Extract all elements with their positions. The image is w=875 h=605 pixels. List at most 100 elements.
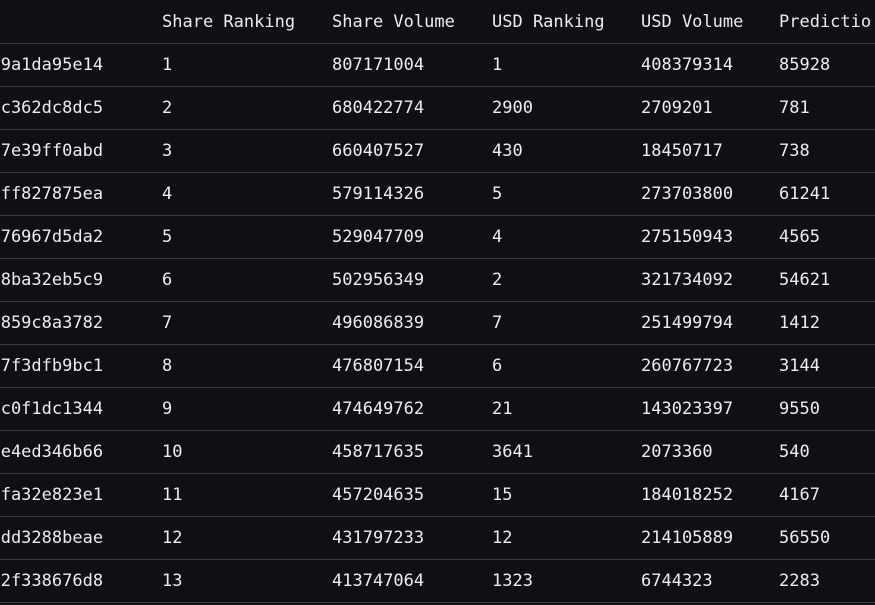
market-id-text: f0b9a1da95e14: [0, 55, 104, 75]
usd-ranking-cell: 2: [480, 258, 629, 302]
market-id-text: 6dec362dc8dc5: [0, 98, 104, 118]
usd-volume-cell: 275150943: [629, 215, 767, 259]
usd-ranking-cell: 21: [480, 387, 629, 431]
predictions-cell: 4167: [767, 473, 875, 517]
share-ranking-cell: 8: [150, 344, 320, 388]
usd-ranking-cell: 6: [480, 344, 629, 388]
market-id-cell: 149dd3288beae: [0, 516, 150, 560]
market-id-text: 2e7ff827875ea: [0, 184, 104, 204]
share-volume-cell: 476807154: [320, 344, 480, 388]
table-row[interactable]: 386e4ed346b66 1045871763536412073360540: [0, 430, 875, 474]
table-row[interactable]: 8752f338676d8 13413747064132367443232283: [0, 559, 875, 603]
data-table-viewport[interactable]: Share Ranking Share Volume USD Ranking U…: [0, 0, 875, 605]
predictions-cell: 61241: [767, 172, 875, 216]
header-row: Share Ranking Share Volume USD Ranking U…: [0, 0, 875, 44]
market-id-cell: 6dec362dc8dc5: [0, 86, 150, 130]
usd-ranking-cell: 7: [480, 301, 629, 345]
share-ranking-cell: 5: [150, 215, 320, 259]
share-volume-cell: 457204635: [320, 473, 480, 517]
usd-ranking-cell: 3641: [480, 430, 629, 474]
market-id-text: 34b76967d5da2: [0, 227, 104, 247]
usd-volume-cell: 214105889: [629, 516, 767, 560]
predictions-cell: 85928: [767, 43, 875, 87]
table-row[interactable]: 2e7ff827875ea 4579114326527370380061241: [0, 172, 875, 216]
share-volume-cell: 496086839: [320, 301, 480, 345]
usd-volume-cell: 6744323: [629, 559, 767, 603]
header-usd-ranking[interactable]: USD Ranking: [480, 0, 629, 44]
usd-ranking-cell: 1: [480, 43, 629, 87]
share-ranking-cell: 3: [150, 129, 320, 173]
predictions-cell: 2283: [767, 559, 875, 603]
market-id-cell: 0e17f3dfb9bc1: [0, 344, 150, 388]
market-id-cell: 34b76967d5da2: [0, 215, 150, 259]
share-volume-cell: 431797233: [320, 516, 480, 560]
market-id-text: 06e8ba32eb5c9: [0, 270, 104, 290]
share-ranking-cell: 4: [150, 172, 320, 216]
market-id-text: 149dd3288beae: [0, 528, 104, 548]
table-row[interactable]: 4b57e39ff0abd 366040752743018450717738: [0, 129, 875, 173]
predictions-cell: 781: [767, 86, 875, 130]
table-row[interactable]: 52bfa32e823e1 11457204635151840182524167: [0, 473, 875, 517]
table-row[interactable]: 6de859c8a3782749608683972514997941412: [0, 301, 875, 345]
header-usd-volume[interactable]: USD Volume: [629, 0, 767, 44]
table-body: f0b9a1da95e1418071710041408379314859286d…: [0, 43, 875, 603]
predictions-cell: 738: [767, 129, 875, 173]
table-header: Share Ranking Share Volume USD Ranking U…: [0, 0, 875, 44]
market-id-text: 6de859c8a3782: [0, 313, 104, 333]
predictions-cell: 9550: [767, 387, 875, 431]
share-ranking-cell: 11: [150, 473, 320, 517]
share-volume-cell: 579114326: [320, 172, 480, 216]
market-id-cell: 06e8ba32eb5c9: [0, 258, 150, 302]
market-id-cell: 8752f338676d8: [0, 559, 150, 603]
market-id-text: 386e4ed346b66: [0, 442, 104, 462]
usd-volume-cell: 321734092: [629, 258, 767, 302]
share-volume-cell: 502956349: [320, 258, 480, 302]
market-id-text: 52bfa32e823e1: [0, 485, 104, 505]
market-id-text: 0e17f3dfb9bc1: [0, 356, 104, 376]
table-row[interactable]: 06e8ba32eb5c9 6502956349232173409254621: [0, 258, 875, 302]
usd-ranking-cell: 4: [480, 215, 629, 259]
share-volume-cell: 458717635: [320, 430, 480, 474]
market-ranking-table: Share Ranking Share Volume USD Ranking U…: [0, 0, 875, 603]
share-ranking-cell: 1: [150, 43, 320, 87]
usd-ranking-cell: 12: [480, 516, 629, 560]
header-predictions[interactable]: Predictio: [767, 0, 875, 44]
share-ranking-cell: 12: [150, 516, 320, 560]
predictions-cell: 56550: [767, 516, 875, 560]
table-row[interactable]: 149dd3288beae124317972331221410588956550: [0, 516, 875, 560]
share-ranking-cell: 6: [150, 258, 320, 302]
share-ranking-cell: 7: [150, 301, 320, 345]
share-volume-cell: 660407527: [320, 129, 480, 173]
table-row[interactable]: 6dec362dc8dc5 268042277429002709201781: [0, 86, 875, 130]
usd-volume-cell: 408379314: [629, 43, 767, 87]
predictions-cell: 54621: [767, 258, 875, 302]
market-id-cell: 52bfa32e823e1: [0, 473, 150, 517]
market-id-text: 8752f338676d8: [0, 571, 104, 591]
share-volume-cell: 680422774: [320, 86, 480, 130]
header-share-ranking[interactable]: Share Ranking: [150, 0, 320, 44]
table-row[interactable]: 75fc0f1dc1344 9474649762211430233979550: [0, 387, 875, 431]
usd-volume-cell: 273703800: [629, 172, 767, 216]
market-id-cell: f0b9a1da95e14: [0, 43, 150, 87]
predictions-cell: 1412: [767, 301, 875, 345]
share-ranking-cell: 2: [150, 86, 320, 130]
usd-volume-cell: 18450717: [629, 129, 767, 173]
predictions-cell: 4565: [767, 215, 875, 259]
market-id-cell: 386e4ed346b66: [0, 430, 150, 474]
table-row[interactable]: f0b9a1da95e141807171004140837931485928: [0, 43, 875, 87]
predictions-cell: 3144: [767, 344, 875, 388]
usd-ranking-cell: 5: [480, 172, 629, 216]
usd-ranking-cell: 15: [480, 473, 629, 517]
share-volume-cell: 413747064: [320, 559, 480, 603]
market-id-text: 4b57e39ff0abd: [0, 141, 104, 161]
table-row[interactable]: 0e17f3dfb9bc1 847680715462607677233144: [0, 344, 875, 388]
header-share-volume[interactable]: Share Volume: [320, 0, 480, 44]
usd-volume-cell: 2073360: [629, 430, 767, 474]
usd-ranking-cell: 430: [480, 129, 629, 173]
market-id-cell: 2e7ff827875ea: [0, 172, 150, 216]
usd-volume-cell: 260767723: [629, 344, 767, 388]
table-row[interactable]: 34b76967d5da2 552904770942751509434565: [0, 215, 875, 259]
usd-ranking-cell: 2900: [480, 86, 629, 130]
share-ranking-cell: 13: [150, 559, 320, 603]
share-volume-cell: 807171004: [320, 43, 480, 87]
